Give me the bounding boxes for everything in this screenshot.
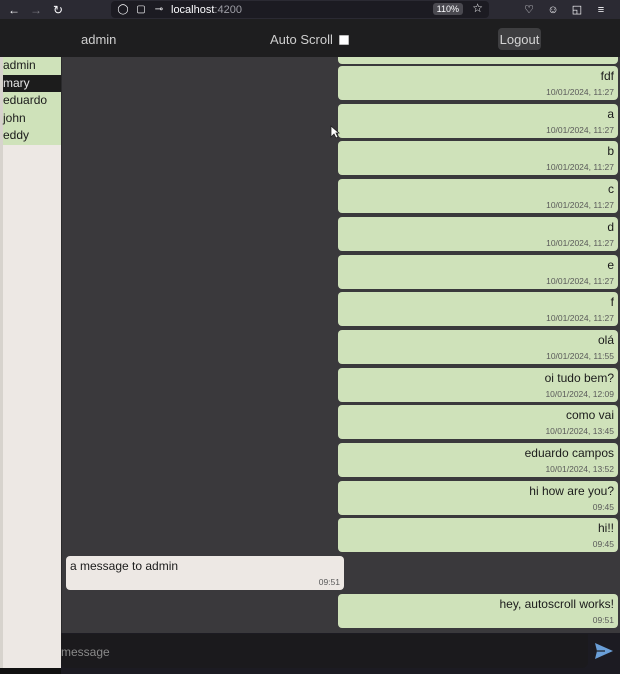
message-bubble: eduardo campos 10/01/2024, 13:52 [338, 443, 618, 477]
message-text: como vai [565, 408, 614, 423]
zoom-level-badge[interactable]: 110% [432, 3, 463, 15]
current-user-label: admin [81, 32, 117, 47]
toolbar-icons: ♡ ☺ ◱ ≡ [522, 0, 608, 19]
message-text: hi how are you? [529, 483, 614, 498]
message-text: b [607, 144, 614, 159]
message-bubble: hi!! 09:45 [338, 518, 618, 553]
autoscroll-label: Auto Scroll [270, 32, 333, 47]
composer [61, 633, 620, 674]
message-bubble: a message to admin 09:51 [66, 556, 344, 591]
message-text: f [610, 295, 614, 310]
user-item-eduardo[interactable]: eduardo [3, 92, 61, 110]
url-host: localhost [171, 3, 215, 16]
message-timestamp: 10/01/2024, 12:09 [545, 388, 614, 399]
message-bubble: d 10/01/2024, 11:27 [338, 216, 618, 251]
user-list: admin mary eduardo john eddy [3, 57, 61, 668]
autoscroll-checkbox[interactable] [338, 34, 349, 45]
browser-toolbar: ← → ↻ ◯ ▢ ⊸ localhost:4200 110% ☆ ♡ ☺ ◱ … [0, 0, 620, 19]
message-text: olá [597, 332, 614, 347]
message-text: hi!! [597, 521, 614, 536]
message-text: hey, autoscroll works! [499, 596, 615, 611]
message-timestamp: 10/01/2024, 13:45 [545, 426, 614, 437]
message-bubble: b 10/01/2024, 11:27 [338, 141, 618, 176]
message-text: e [607, 257, 614, 272]
message-timestamp: 09:45 [592, 501, 614, 512]
message-timestamp: 10/01/2024, 11:55 [546, 350, 614, 361]
message-text: eduardo campos [524, 446, 614, 460]
message-text: c [608, 182, 614, 197]
message-input[interactable] [61, 634, 588, 668]
key-icon[interactable]: ⊸ [153, 4, 165, 15]
message-text: oi tudo bem? [544, 370, 614, 385]
autoscroll-toggle[interactable]: Auto Scroll [270, 32, 349, 47]
message-timestamp: 10/01/2024, 11:27 [546, 313, 614, 324]
message-bubble: hey, autoscroll works! 09:51 [338, 593, 618, 628]
message-bubble: c 10/01/2024, 11:27 [338, 179, 618, 214]
user-item-eddy[interactable]: eddy [3, 127, 61, 145]
message-timestamp: 10/01/2024, 11:27 [546, 162, 614, 173]
message-bubble: hi how are you? 09:45 [338, 480, 618, 515]
message-text: d [607, 219, 614, 234]
message-timestamp: 10/01/2024, 13:52 [545, 464, 614, 474]
shield-icon[interactable]: ◯ [117, 4, 129, 15]
menu-icon[interactable]: ≡ [594, 4, 608, 16]
message-bubble: f 10/01/2024, 11:27 [338, 292, 618, 327]
message-timestamp: 09:51 [318, 577, 340, 588]
account-icon[interactable]: ☺ [546, 4, 560, 16]
message-bubble: como vai 10/01/2024, 13:45 [338, 405, 618, 440]
back-icon[interactable]: ← [6, 2, 22, 18]
user-item-admin[interactable]: admin [3, 57, 61, 75]
message-bubble: a 10/01/2024, 11:27 [338, 103, 618, 138]
message-bubble: e 10/01/2024, 11:27 [338, 254, 618, 289]
sidebar-footer [0, 668, 62, 674]
url-text[interactable]: localhost:4200 [171, 4, 242, 16]
message-text: fdf [600, 69, 614, 83]
message-timestamp: 10/01/2024, 11:27 [546, 200, 614, 211]
url-port: :4200 [214, 3, 242, 16]
message-bubble: oi tudo bem? 10/01/2024, 12:09 [338, 367, 618, 402]
message-bubble: fdf 10/01/2024, 11:27 [338, 66, 618, 100]
user-item-mary[interactable]: mary [3, 74, 61, 92]
bookmark-star-icon[interactable]: ☆ [472, 1, 483, 15]
mouse-cursor-icon [330, 125, 340, 139]
message-timestamp: 09:45 [592, 539, 614, 550]
app-header: admin Auto Scroll Logout [0, 19, 620, 57]
message-list[interactable]: fdf 10/01/2024, 11:27 a 10/01/2024, 11:27 b 1… [61, 57, 620, 633]
forward-icon[interactable]: → [28, 2, 44, 18]
message-timestamp: 10/01/2024, 11:27 [546, 237, 614, 248]
message-timestamp: 10/01/2024, 11:27 [546, 87, 614, 97]
logout-button[interactable]: Logout [498, 28, 541, 50]
message-bubble-partial [338, 57, 618, 64]
url-bar[interactable]: ◯ ▢ ⊸ localhost:4200 110% ☆ [111, 1, 489, 18]
extensions-icon[interactable]: ◱ [570, 3, 584, 16]
message-timestamp: 10/01/2024, 11:27 [546, 124, 614, 135]
message-text: a message to admin [70, 559, 179, 574]
pocket-icon[interactable]: ♡ [522, 3, 536, 16]
user-item-john[interactable]: john [3, 109, 61, 127]
message-timestamp: 09:51 [592, 614, 614, 625]
message-timestamp: 10/01/2024, 11:27 [546, 275, 614, 286]
send-icon[interactable] [594, 642, 614, 660]
message-text: a [607, 106, 614, 121]
message-bubble: olá 10/01/2024, 11:55 [338, 329, 618, 364]
page-icon: ▢ [136, 4, 146, 15]
reload-icon[interactable]: ↻ [50, 2, 66, 18]
